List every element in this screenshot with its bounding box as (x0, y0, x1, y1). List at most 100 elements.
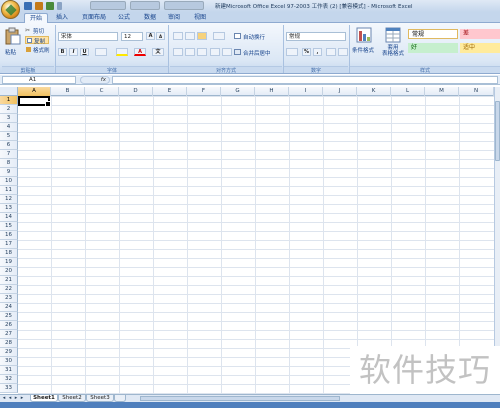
office-button[interactable] (1, 0, 20, 19)
sheet-tab[interactable]: Sheet3 (86, 395, 114, 402)
font-name-select[interactable]: 宋体 (58, 32, 118, 41)
increase-font-icon[interactable]: A (146, 32, 155, 40)
fill-color-icon[interactable] (116, 48, 128, 56)
column-header[interactable]: N (459, 87, 494, 96)
sheet-tab[interactable]: Sheet1 (30, 395, 58, 402)
redo-icon[interactable] (46, 2, 54, 10)
column-header[interactable]: H (255, 87, 289, 96)
format-as-table-button[interactable]: 套用 表格格式 (379, 26, 407, 64)
style-normal[interactable]: 常规 (408, 29, 458, 39)
row-header[interactable]: 24 (0, 303, 18, 312)
active-cell-a1[interactable] (18, 96, 51, 107)
style-bad[interactable]: 差 (460, 29, 500, 39)
tab-insert[interactable]: 插入 (52, 13, 72, 23)
row-header[interactable]: 10 (0, 177, 18, 186)
row-header[interactable]: 21 (0, 276, 18, 285)
orientation-icon[interactable] (213, 32, 225, 40)
align-left-icon[interactable] (173, 48, 183, 56)
paste-button[interactable]: 粘贴 (3, 26, 23, 62)
row-header[interactable]: 3 (0, 114, 18, 123)
decrease-decimal-icon[interactable] (338, 48, 348, 56)
column-header[interactable]: B (51, 87, 85, 96)
increase-decimal-icon[interactable] (326, 48, 336, 56)
decrease-font-icon[interactable]: A (156, 32, 165, 40)
column-header[interactable]: J (323, 87, 357, 96)
row-header[interactable]: 25 (0, 312, 18, 321)
row-header[interactable]: 9 (0, 168, 18, 177)
row-header[interactable]: 22 (0, 285, 18, 294)
row-header[interactable]: 28 (0, 339, 18, 348)
column-header[interactable]: E (153, 87, 187, 96)
insert-function-button[interactable]: fx (80, 76, 110, 84)
row-header[interactable]: 4 (0, 123, 18, 132)
merge-center-button[interactable]: 合并后居中 (234, 48, 282, 57)
row-header[interactable]: 32 (0, 375, 18, 384)
scrollbar-thumb[interactable] (495, 101, 500, 161)
column-header[interactable]: I (289, 87, 323, 96)
row-header[interactable]: 20 (0, 267, 18, 276)
save-icon[interactable] (24, 2, 32, 10)
increase-indent-icon[interactable] (222, 48, 232, 56)
row-header[interactable]: 11 (0, 186, 18, 195)
tab-review[interactable]: 审阅 (164, 13, 184, 23)
formula-input[interactable] (112, 76, 498, 84)
row-header[interactable]: 31 (0, 366, 18, 375)
copy-button[interactable]: 复制 (25, 36, 49, 45)
row-header[interactable]: 15 (0, 222, 18, 231)
row-header[interactable]: 8 (0, 159, 18, 168)
phonetic-icon[interactable]: 文 (152, 48, 164, 56)
name-box[interactable]: A1 (2, 76, 76, 84)
undo-icon[interactable] (35, 2, 43, 10)
number-format-select[interactable]: 常规 (286, 32, 346, 41)
column-header[interactable]: L (391, 87, 425, 96)
row-header[interactable]: 14 (0, 213, 18, 222)
tab-page-layout[interactable]: 页面布局 (78, 13, 110, 23)
row-header[interactable]: 18 (0, 249, 18, 258)
format-painter-button[interactable]: 格式刷 (25, 46, 53, 54)
font-color-icon[interactable]: A (134, 48, 146, 56)
select-all-corner[interactable] (0, 87, 18, 96)
percent-icon[interactable]: % (302, 48, 311, 56)
align-top-icon[interactable] (173, 32, 183, 40)
font-size-select[interactable]: 12 (121, 32, 143, 41)
row-header[interactable]: 6 (0, 141, 18, 150)
insert-sheet-icon[interactable] (114, 395, 126, 402)
row-header[interactable]: 13 (0, 204, 18, 213)
row-header[interactable]: 26 (0, 321, 18, 330)
tab-view[interactable]: 视图 (190, 13, 210, 23)
row-header[interactable]: 33 (0, 384, 18, 393)
row-header[interactable]: 7 (0, 150, 18, 159)
align-bottom-icon[interactable] (197, 32, 207, 40)
currency-icon[interactable] (286, 48, 298, 56)
row-header[interactable]: 17 (0, 240, 18, 249)
row-header[interactable]: 30 (0, 357, 18, 366)
row-header[interactable]: 16 (0, 231, 18, 240)
row-header[interactable]: 1 (0, 96, 18, 105)
customize-qat-icon[interactable] (57, 2, 62, 10)
column-header[interactable]: C (85, 87, 119, 96)
row-header[interactable]: 5 (0, 132, 18, 141)
column-header[interactable]: K (357, 87, 391, 96)
last-sheet-icon[interactable]: ▸ (19, 395, 25, 402)
conditional-format-button[interactable]: 条件格式 (352, 26, 376, 64)
row-header[interactable]: 23 (0, 294, 18, 303)
horizontal-scrollbar[interactable] (140, 396, 340, 401)
row-header[interactable]: 19 (0, 258, 18, 267)
row-header[interactable]: 27 (0, 330, 18, 339)
bold-button[interactable]: B (58, 48, 67, 56)
sheet-tab[interactable]: Sheet2 (58, 395, 86, 402)
tab-formulas[interactable]: 公式 (114, 13, 134, 23)
tab-data[interactable]: 数据 (140, 13, 160, 23)
borders-icon[interactable] (95, 48, 107, 56)
underline-button[interactable]: U (80, 48, 89, 56)
decrease-indent-icon[interactable] (210, 48, 220, 56)
cut-button[interactable]: ✂ 剪切 (25, 27, 49, 35)
comma-icon[interactable]: , (313, 48, 322, 56)
column-header[interactable]: F (187, 87, 221, 96)
column-header[interactable]: A (18, 87, 51, 96)
italic-button[interactable]: I (69, 48, 78, 56)
row-header[interactable]: 2 (0, 105, 18, 114)
align-right-icon[interactable] (197, 48, 207, 56)
style-good[interactable]: 好 (408, 43, 458, 53)
row-header[interactable]: 12 (0, 195, 18, 204)
